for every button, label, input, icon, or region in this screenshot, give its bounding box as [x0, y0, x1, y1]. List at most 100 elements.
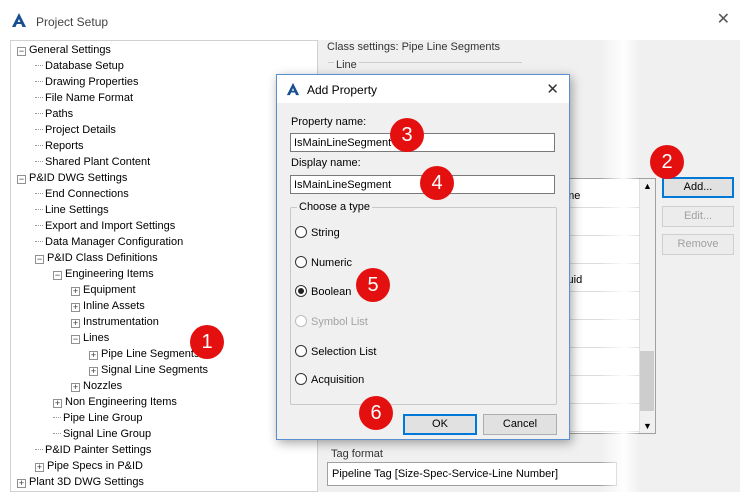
tree-item-label: Pipe Specs in P&ID: [47, 460, 143, 472]
radio-unchecked-icon[interactable]: [295, 226, 307, 238]
radio-label: Numeric: [311, 257, 352, 269]
window-close-button[interactable]: ✕: [717, 12, 730, 28]
tree-connector: [35, 113, 43, 114]
property-name-label: Property name:: [291, 116, 367, 128]
settings-tree[interactable]: − General Settings Database Setup Drawing P…: [10, 40, 318, 492]
expand-icon[interactable]: +: [89, 351, 98, 360]
grid-scrollbar[interactable]: ▲ ▼: [639, 179, 655, 433]
radio-label: Acquisition: [311, 374, 365, 386]
expand-icon[interactable]: +: [53, 399, 62, 408]
tree-item-label: Nozzles: [83, 380, 123, 392]
tag-format-label: Tag format: [331, 448, 383, 460]
collapse-icon[interactable]: −: [17, 47, 26, 56]
scroll-down-icon[interactable]: ▼: [643, 421, 652, 431]
callout-2: 2: [650, 145, 684, 179]
tree-connector: [35, 97, 43, 98]
tree-item[interactable]: + Pipe Specs in P&ID: [35, 458, 143, 474]
expand-icon[interactable]: +: [71, 287, 80, 296]
tree-item[interactable]: + Nozzles: [71, 378, 122, 394]
tree-item-label: P&ID DWG Settings: [29, 172, 128, 184]
tree-item-label: Project Details: [45, 124, 116, 136]
tree-item[interactable]: + Pipe Line Segments: [89, 346, 199, 362]
tree-item-label: General Settings: [29, 44, 111, 56]
tree-connector: [35, 129, 43, 130]
dialog-close-button[interactable]: ✕: [546, 80, 559, 98]
scroll-up-icon[interactable]: ▲: [643, 181, 652, 191]
callout-1: 1: [190, 325, 224, 359]
tree-item[interactable]: Data Manager Configuration: [35, 234, 183, 250]
tree-item[interactable]: P&ID Painter Settings: [35, 442, 151, 458]
tree-connector: [35, 161, 43, 162]
tree-item-label: Non Engineering Items: [65, 396, 177, 408]
radio-checked-icon[interactable]: [295, 285, 307, 297]
tree-item[interactable]: End Connections: [35, 186, 129, 202]
remove-button[interactable]: Remove: [662, 234, 734, 255]
expand-icon[interactable]: +: [17, 479, 26, 488]
tree-item[interactable]: Signal Line Group: [53, 426, 151, 442]
tree-item-label: Plant 3D DWG Settings: [29, 476, 144, 488]
tree-item[interactable]: Drawing Properties: [35, 74, 139, 90]
tag-format-field[interactable]: Pipeline Tag [Size-Spec-Service-Line Num…: [327, 462, 617, 486]
radio-unchecked-icon[interactable]: [295, 256, 307, 268]
tree-item-label: Pipe Line Segments: [101, 348, 200, 360]
tree-item[interactable]: + Non Engineering Items: [53, 394, 177, 410]
tree-item[interactable]: + Instrumentation: [71, 314, 159, 330]
tree-item[interactable]: + Signal Line Segments: [89, 362, 208, 378]
tree-connector: [35, 241, 43, 242]
tree-connector: [35, 449, 43, 450]
tree-item[interactable]: + Equipment: [71, 282, 136, 298]
autocad-logo-icon: [286, 82, 300, 96]
tree-item[interactable]: − Engineering Items: [53, 266, 154, 282]
dialog-title: Add Property: [307, 83, 378, 97]
display-name-label: Display name:: [291, 157, 361, 169]
radio-label: Symbol List: [311, 316, 368, 328]
tree-connector: [35, 209, 43, 210]
callout-4: 4: [420, 166, 454, 200]
type-radio-selection-list[interactable]: Selection List: [295, 345, 376, 359]
type-radio-symbol-list: Symbol List: [295, 315, 368, 329]
tree-item-label: Reports: [45, 140, 84, 152]
tree-item[interactable]: + Inline Assets: [71, 298, 145, 314]
edit-button[interactable]: Edit...: [662, 206, 734, 227]
expand-icon[interactable]: +: [71, 303, 80, 312]
tree-item[interactable]: Reports: [35, 138, 84, 154]
tree-item[interactable]: − Lines: [71, 330, 109, 346]
collapse-icon[interactable]: −: [35, 255, 44, 264]
line-group-label: Line: [334, 59, 359, 71]
tree-connector: [35, 193, 43, 194]
tree-item[interactable]: Shared Plant Content: [35, 154, 150, 170]
tree-item[interactable]: − General Settings: [17, 42, 111, 58]
expand-icon[interactable]: +: [71, 319, 80, 328]
radio-unchecked-icon[interactable]: [295, 345, 307, 357]
scroll-thumb[interactable]: [640, 351, 654, 411]
tree-item[interactable]: Export and Import Settings: [35, 218, 175, 234]
tree-item[interactable]: Database Setup: [35, 58, 124, 74]
tree-item[interactable]: Paths: [35, 106, 73, 122]
tree-item[interactable]: − P&ID DWG Settings: [17, 170, 127, 186]
collapse-icon[interactable]: −: [17, 175, 26, 184]
collapse-icon[interactable]: −: [53, 271, 62, 280]
type-radio-string[interactable]: String: [295, 226, 340, 240]
tree-connector: [53, 417, 61, 418]
tree-item[interactable]: Pipe Line Group: [53, 410, 143, 426]
expand-icon[interactable]: +: [89, 367, 98, 376]
ok-button[interactable]: OK: [403, 414, 477, 435]
expand-icon[interactable]: +: [35, 463, 44, 472]
cancel-button[interactable]: Cancel: [483, 414, 557, 435]
radio-unchecked-icon[interactable]: [295, 373, 307, 385]
tree-item-label: Line Settings: [45, 204, 109, 216]
type-radio-numeric[interactable]: Numeric: [295, 256, 352, 270]
type-radio-boolean[interactable]: Boolean: [295, 285, 351, 299]
tree-item[interactable]: File Name Format: [35, 90, 133, 106]
tree-item-label: Pipe Line Group: [63, 412, 143, 424]
tree-item[interactable]: Line Settings: [35, 202, 109, 218]
tree-item[interactable]: Project Details: [35, 122, 116, 138]
expand-icon[interactable]: +: [71, 383, 80, 392]
type-radio-acquisition[interactable]: Acquisition: [295, 373, 364, 387]
collapse-icon[interactable]: −: [71, 335, 80, 344]
tree-item-label: Signal Line Segments: [101, 364, 209, 376]
tree-item[interactable]: + Plant 3D DWG Settings: [17, 474, 144, 490]
add-button[interactable]: Add...: [662, 177, 734, 198]
tree-item-label: Signal Line Group: [63, 428, 152, 440]
tree-item[interactable]: − P&ID Class Definitions: [35, 250, 158, 266]
